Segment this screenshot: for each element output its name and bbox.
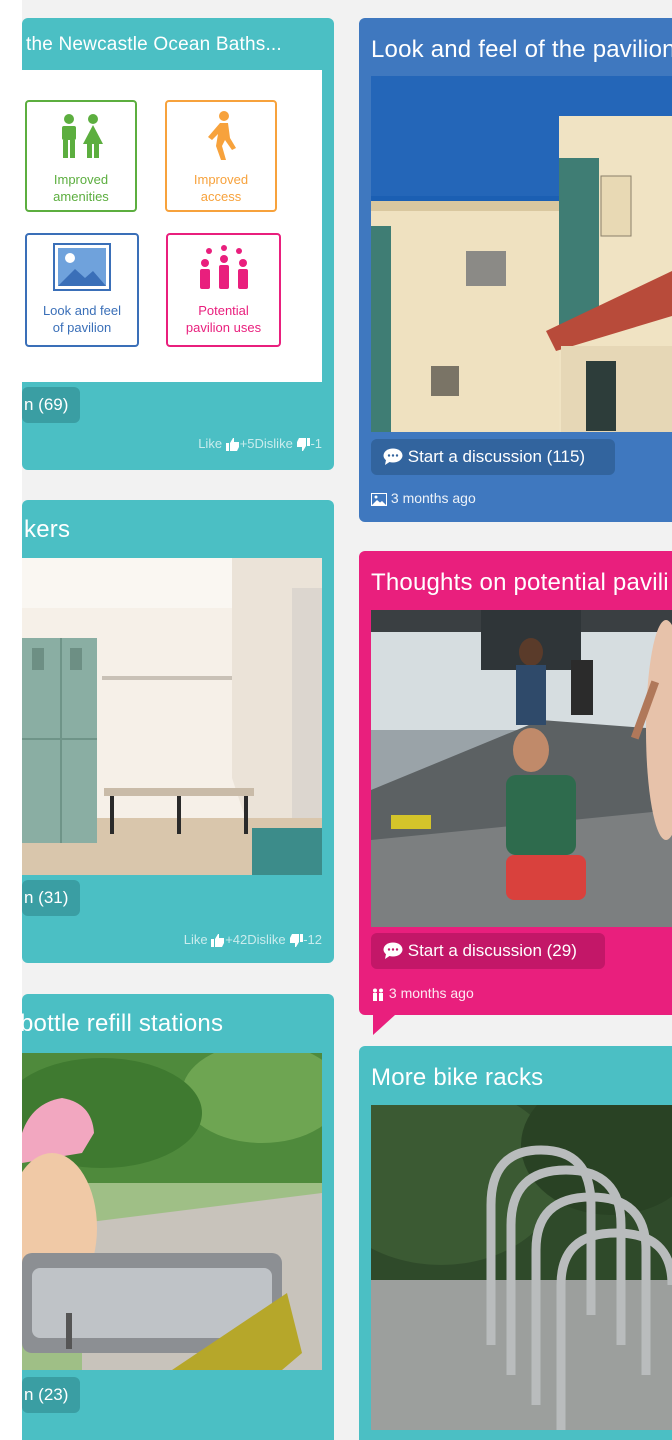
idea-card-potential-uses[interactable]: Thoughts on potential pavili Start a dis… [359, 551, 672, 1035]
pavilion-photo [371, 76, 672, 432]
idea-card-bottle-refill[interactable]: bottle refill stations n (23) [20, 994, 334, 1440]
start-discussion-button[interactable]: Start a discussion (29) [371, 933, 605, 969]
left-gutter [0, 0, 22, 1440]
landscape-image-icon [53, 243, 111, 291]
idea-card-ocean-baths[interactable]: the Newcastle Ocean Baths... Improved am… [22, 18, 334, 470]
walking-person-icon [208, 111, 236, 160]
start-discussion-button[interactable]: Start a discussion (115) [371, 439, 615, 475]
tile-look-and-feel: Look and feel of pavilion [25, 233, 139, 347]
tile-label-line1: Look and feel [42, 303, 122, 318]
toilets-icon [62, 114, 103, 158]
like-count: +5 [239, 436, 255, 451]
card-tail [373, 1015, 395, 1035]
idea-card-look-and-feel[interactable]: Look and feel of the pavilion Start a di… [359, 18, 672, 522]
discussion-button-label: Start a discussion (29) [407, 941, 577, 960]
card-title[interactable]: kers [24, 516, 70, 544]
tile-label-line1: Improved [53, 172, 109, 187]
dislike-button[interactable]: Dislike -12 [247, 932, 322, 948]
idea-card-bike-racks[interactable]: More bike racks [359, 1046, 672, 1440]
discussion-button-label: n (69) [24, 395, 69, 414]
dislike-count: -1 [310, 436, 322, 451]
like-dislike-bar: Like +42Dislike -12 [184, 932, 322, 948]
speech-bubble-icon [383, 448, 403, 465]
tile-improved-access: Improved access [165, 100, 277, 212]
start-discussion-button[interactable]: n (31) [22, 880, 80, 916]
tile-label-line1: Improved [193, 172, 249, 187]
card-title[interactable]: Look and feel of the pavilion [371, 36, 672, 64]
category-tiles-image: Improved amenities Improved access Look … [22, 70, 322, 382]
tile-label-line2: access [200, 189, 242, 204]
card-title[interactable]: the Newcastle Ocean Baths... [26, 34, 282, 56]
tile-potential-uses: Potential pavilion uses [166, 233, 281, 347]
like-dislike-bar: Like +5Dislike -1 [198, 436, 322, 452]
group-people-icon [199, 245, 248, 289]
card-meta: 3 months ago [371, 985, 474, 1001]
thumbs-down-icon [290, 934, 304, 948]
dislike-button[interactable]: Dislike -1 [255, 436, 322, 452]
bike-racks-photo [371, 1105, 672, 1430]
tile-improved-amenities: Improved amenities [25, 100, 137, 212]
tile-label-line2: pavilion uses [185, 320, 262, 335]
like-button[interactable]: Like +42 [184, 932, 248, 948]
like-button[interactable]: Like +5 [198, 436, 255, 452]
speech-bubble-icon [383, 942, 403, 959]
discussion-button-label: n (31) [24, 888, 69, 907]
thumbs-up-icon [225, 438, 239, 452]
lockers-photo [22, 558, 322, 875]
image-icon [371, 492, 387, 506]
card-title[interactable]: Thoughts on potential pavili [371, 569, 669, 597]
tile-label-line1: Potential [198, 303, 249, 318]
tile-label-line2: amenities [53, 189, 109, 204]
water-fountain-photo [22, 1053, 322, 1370]
thumbs-down-icon [297, 438, 311, 452]
tile-label-line2: of pavilion [52, 320, 112, 335]
timestamp: 3 months ago [390, 490, 476, 506]
gym-photo [371, 610, 672, 927]
discussion-button-label: Start a discussion (115) [407, 447, 586, 466]
like-count: +42 [225, 932, 248, 947]
start-discussion-button[interactable]: n (69) [22, 387, 80, 423]
card-meta: 3 months ago [371, 490, 476, 506]
card-title[interactable]: bottle refill stations [20, 1010, 223, 1038]
discussion-button-label: n (23) [24, 1385, 69, 1404]
idea-card-lockers[interactable]: kers n (31) Like +42Dislike -12 [22, 500, 334, 963]
start-discussion-button[interactable]: n (23) [22, 1377, 80, 1413]
people-icon [373, 988, 383, 1001]
dislike-count: -12 [303, 932, 322, 947]
timestamp: 3 months ago [388, 985, 474, 1001]
thumbs-up-icon [211, 934, 225, 948]
card-title[interactable]: More bike racks [371, 1064, 543, 1092]
